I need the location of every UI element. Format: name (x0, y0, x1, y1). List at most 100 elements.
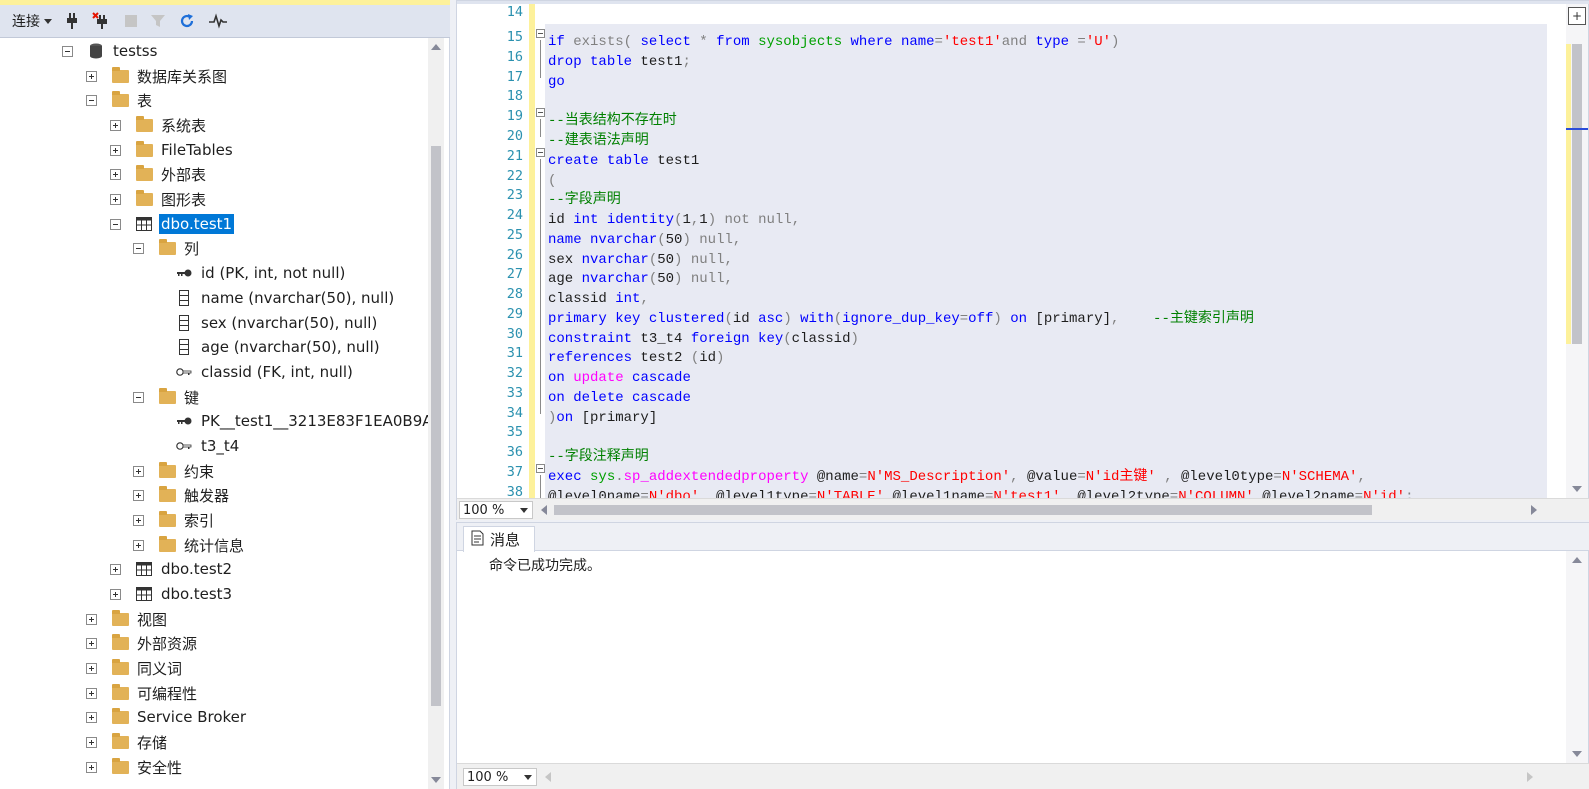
tree-node-database[interactable]: testss (62, 39, 159, 63)
expand-icon[interactable] (86, 761, 97, 773)
tree-node-security[interactable]: 安全性 (86, 755, 184, 779)
line-number: 19 (506, 108, 523, 124)
fold-collapse-icon[interactable] (536, 148, 545, 157)
tree-node-column-age[interactable]: age (nvarchar(50), null) (150, 335, 382, 359)
tree-node-column-classid[interactable]: classid (FK, int, null) (150, 360, 355, 384)
expand-icon[interactable] (86, 736, 97, 748)
tree-node-column-name[interactable]: name (nvarchar(50), null) (150, 286, 396, 310)
expand-icon[interactable] (133, 539, 144, 551)
tree-node-synonyms[interactable]: 同义词 (86, 656, 184, 680)
expand-icon[interactable] (133, 465, 144, 477)
expand-icon[interactable] (86, 662, 97, 674)
scroll-right-icon[interactable] (1531, 505, 1537, 515)
tree-node-external-resources[interactable]: 外部资源 (86, 631, 199, 655)
expand-icon[interactable] (110, 588, 121, 600)
tree-label: t3_t4 (201, 437, 240, 455)
chevron-down-icon (524, 775, 532, 780)
expand-icon[interactable] (86, 711, 97, 723)
messages-zoom-select[interactable]: 100 % (463, 768, 537, 786)
line-number: 29 (506, 306, 523, 322)
scroll-down-icon[interactable] (1572, 751, 1582, 757)
code-text-area[interactable]: if exists( select * from sysobjects wher… (535, 4, 1547, 498)
scroll-down-icon[interactable] (1572, 486, 1582, 492)
fold-guide-line (540, 40, 541, 78)
tab-messages[interactable]: 消息 (463, 526, 535, 552)
expand-icon[interactable] (110, 119, 121, 131)
tree-node-table-test1[interactable]: dbo.test1 (110, 212, 235, 236)
collapse-icon[interactable] (133, 242, 144, 254)
code-line-15: if exists( select * from sysobjects wher… (548, 34, 1120, 50)
line-number: 31 (506, 345, 523, 361)
table-icon (135, 586, 153, 602)
tree-node-service-broker[interactable]: Service Broker (86, 705, 248, 729)
tree-node-keys[interactable]: 键 (133, 385, 201, 409)
expand-icon[interactable] (110, 144, 121, 156)
tree-node-views[interactable]: 视图 (86, 607, 169, 631)
tree-node-external-tables[interactable]: 外部表 (110, 162, 208, 186)
expand-icon[interactable] (133, 514, 144, 526)
tree-node-columns[interactable]: 列 (133, 236, 201, 260)
stop-icon[interactable] (120, 9, 142, 33)
tree-node-triggers[interactable]: 触发器 (133, 483, 231, 507)
expand-icon[interactable] (110, 563, 121, 575)
scroll-up-icon[interactable] (1572, 557, 1582, 563)
editor-zoom-select[interactable]: 100 % (459, 501, 533, 519)
tree-node-column-sex[interactable]: sex (nvarchar(50), null) (150, 311, 379, 335)
tree-node-db-diagrams[interactable]: 数据库关系图 (86, 64, 229, 88)
tree-label: 数据库关系图 (137, 67, 228, 86)
collapse-icon[interactable] (133, 391, 144, 403)
tree-node-column-id[interactable]: id (PK, int, not null) (150, 261, 347, 285)
connect-plug-icon[interactable] (60, 9, 84, 33)
tree-node-table-test3[interactable]: dbo.test3 (110, 582, 234, 606)
tree-node-system-tables[interactable]: 系统表 (110, 113, 208, 137)
tree-node-key-pk[interactable]: PK__test1__3213E83F1EA0B9A4 (150, 409, 428, 433)
fold-collapse-icon[interactable] (536, 29, 545, 38)
tab-messages-label: 消息 (490, 531, 521, 549)
messages-vertical-scrollbar[interactable] (1566, 551, 1588, 763)
editor-vertical-scrollbar[interactable]: + (1566, 4, 1588, 498)
tree-node-filetables[interactable]: FileTables (110, 138, 235, 162)
tree-node-tables[interactable]: 表 (86, 88, 154, 112)
table-icon (135, 561, 153, 577)
expand-icon[interactable] (86, 613, 97, 625)
refresh-icon[interactable] (174, 9, 200, 33)
expand-icon[interactable] (133, 489, 144, 501)
tree-node-graph-tables[interactable]: 图形表 (110, 187, 208, 211)
tree-node-table-test2[interactable]: dbo.test2 (110, 557, 234, 581)
connect-dropdown[interactable]: 连接 (8, 9, 56, 33)
scroll-up-icon[interactable] (431, 44, 441, 50)
expand-icon[interactable] (86, 637, 97, 649)
tree-node-statistics[interactable]: 统计信息 (133, 533, 246, 557)
tree-label: id (PK, int, not null) (201, 264, 346, 282)
scroll-thumb[interactable] (431, 146, 441, 706)
tree-label: 安全性 (137, 758, 183, 777)
collapse-icon[interactable] (62, 45, 73, 57)
scroll-down-icon[interactable] (431, 777, 441, 783)
expand-icon[interactable] (86, 70, 97, 82)
scroll-thumb[interactable] (1572, 44, 1582, 344)
tree-label: sex (nvarchar(50), null) (201, 314, 378, 332)
tree-node-indexes[interactable]: 索引 (133, 508, 216, 532)
tree-node-programmability[interactable]: 可编程性 (86, 681, 199, 705)
activity-monitor-icon[interactable] (204, 9, 232, 33)
fold-collapse-icon[interactable] (536, 464, 545, 473)
horizontal-scroll-thumb[interactable] (554, 505, 1372, 515)
tree-node-key-fk[interactable]: t3_t4 (150, 434, 241, 458)
tree-node-storage[interactable]: 存储 (86, 730, 169, 754)
expand-icon[interactable] (110, 193, 121, 205)
folder-icon (158, 485, 176, 503)
tree-label: 视图 (137, 610, 168, 629)
scroll-left-icon[interactable] (541, 505, 547, 515)
fold-collapse-icon[interactable] (536, 108, 545, 117)
tree-node-constraints[interactable]: 约束 (133, 459, 216, 483)
collapse-icon[interactable] (86, 94, 97, 106)
scroll-left-icon[interactable] (545, 772, 551, 782)
disconnect-icon[interactable] (88, 9, 116, 33)
tree-vertical-scrollbar[interactable] (428, 38, 444, 789)
collapse-icon[interactable] (110, 218, 121, 230)
expand-icon[interactable] (86, 687, 97, 699)
filter-icon[interactable] (146, 9, 170, 33)
scroll-right-icon[interactable] (1527, 772, 1533, 782)
split-window-icon[interactable]: + (1568, 7, 1586, 25)
expand-icon[interactable] (110, 168, 121, 180)
